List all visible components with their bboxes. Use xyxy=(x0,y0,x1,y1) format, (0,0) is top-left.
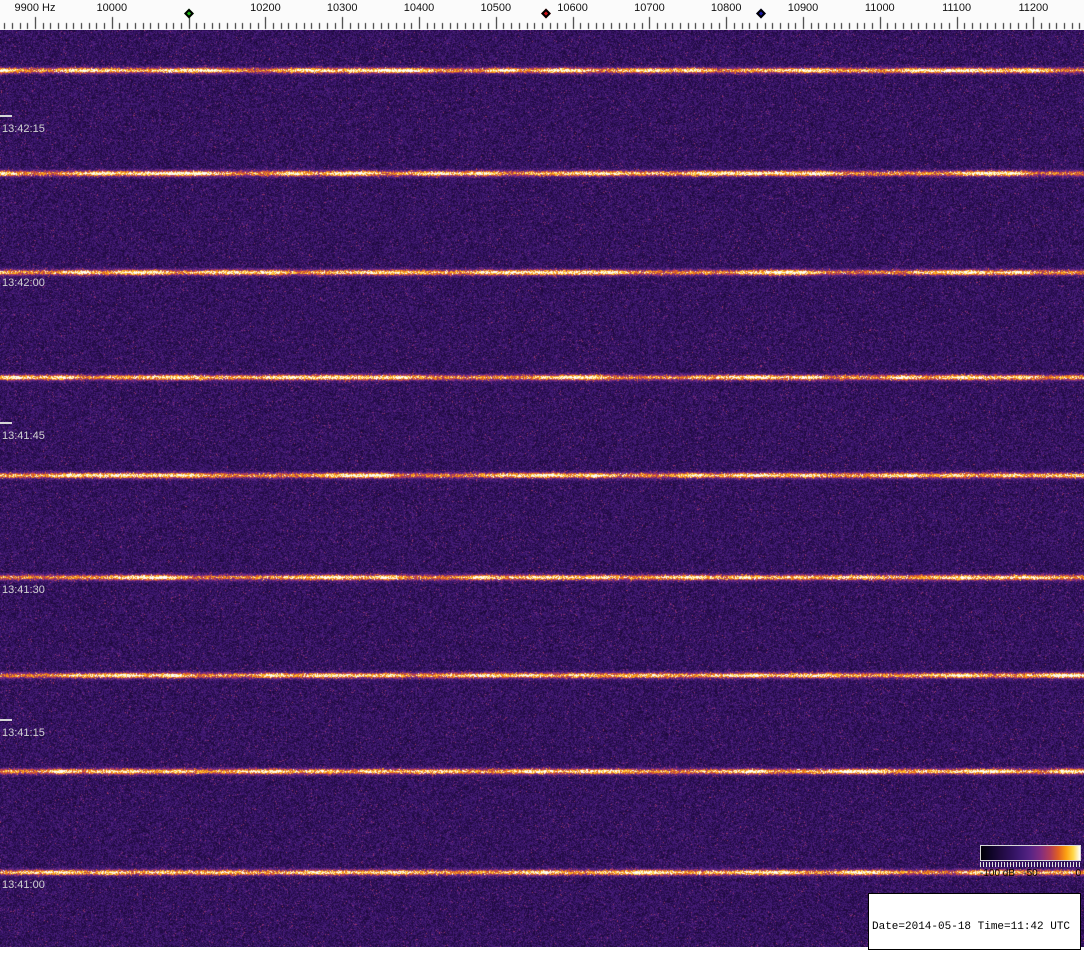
time-label: 13:41:15 xyxy=(2,727,45,739)
spectrogram-window: 9900 Hz 10000 10200 10300 10400 10500 10600 107… xyxy=(0,0,1084,953)
freq-tick-label: 10300 xyxy=(326,2,358,14)
freq-tick-label: 10700 xyxy=(634,2,665,14)
status-info-box: Date=2014-05-18 Time=11:42 UTC Freq=143 … xyxy=(868,893,1081,950)
colorbar: -100 dB -50 0 xyxy=(980,845,1081,880)
freq-tick-label: 9900 Hz xyxy=(14,2,56,14)
freq-tick-label: 10000 xyxy=(96,2,128,14)
time-tick xyxy=(0,115,12,117)
colorbar-min-label: -100 dB xyxy=(980,868,1016,879)
colorbar-tick-comb xyxy=(980,862,1081,867)
waterfall-display[interactable] xyxy=(0,30,1084,947)
freq-tick-label: 10500 xyxy=(480,2,512,14)
time-label: 13:41:00 xyxy=(2,879,45,891)
freq-tick-label: 10400 xyxy=(403,2,435,14)
freq-tick-label: 11200 xyxy=(1018,2,1049,14)
freq-tick-label: 11100 xyxy=(942,2,972,14)
time-tick xyxy=(0,422,12,424)
freq-tick-label: 10200 xyxy=(250,2,281,14)
info-date-time: Date=2014-05-18 Time=11:42 UTC xyxy=(872,921,1071,933)
time-label: 13:41:30 xyxy=(2,584,45,596)
time-label: 13:41:45 xyxy=(2,430,45,442)
freq-tick-label: 10900 xyxy=(787,2,819,14)
frequency-ruler[interactable]: 9900 Hz 10000 10200 10300 10400 10500 10600 107… xyxy=(0,0,1084,30)
time-label: 13:42:15 xyxy=(2,123,45,135)
colorbar-max-label: 0 xyxy=(1075,868,1081,879)
colorbar-gradient xyxy=(980,845,1081,861)
freq-tick-label: 10800 xyxy=(710,2,742,14)
freq-tick-label: 11000 xyxy=(864,2,895,14)
freq-tick-label: 10600 xyxy=(557,2,588,14)
time-label: 13:42:00 xyxy=(2,277,45,289)
colorbar-labels: -100 dB -50 0 xyxy=(980,868,1081,880)
time-tick xyxy=(0,719,12,721)
colorbar-mid-label: -50 xyxy=(1023,868,1038,879)
